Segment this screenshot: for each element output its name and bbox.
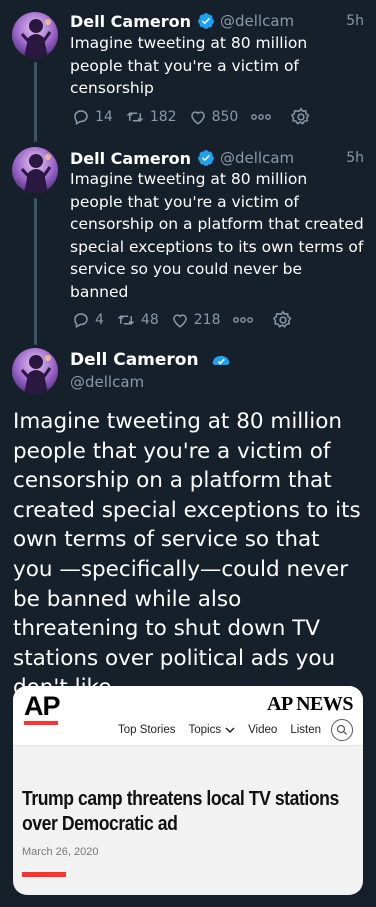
- author-handle[interactable]: @dellcam: [70, 373, 144, 391]
- card-date: March 26, 2020: [22, 846, 99, 858]
- retweet-icon: [126, 112, 143, 122]
- card-headline: Trump camp threatens local TV stations o…: [22, 788, 339, 835]
- card-nav: Top Stories Topics Video Listen: [105, 719, 353, 741]
- reply-button[interactable]: 14: [72, 108, 113, 126]
- retweet-button[interactable]: 182: [125, 108, 177, 126]
- like-button[interactable]: 850: [189, 108, 239, 126]
- retweet-icon: [117, 315, 134, 325]
- tweet-text: Imagine tweeting at 80 million people th…: [13, 409, 361, 700]
- search-icon: [331, 719, 353, 741]
- nav-listen: Listen: [290, 724, 321, 736]
- settings-icon: [291, 107, 310, 125]
- reply-icon: [74, 313, 88, 329]
- thread-line: [34, 62, 37, 142]
- nav-topics: Topics: [188, 724, 235, 736]
- verified-icon: [198, 150, 214, 166]
- like-icon: [172, 314, 187, 328]
- retweet-count: 48: [140, 312, 159, 328]
- author-name[interactable]: Dell Cameron: [70, 12, 191, 31]
- nav-top-stories: Top Stories: [117, 724, 176, 736]
- author-name[interactable]: Dell Cameron: [70, 149, 191, 168]
- more-icon: [233, 317, 254, 323]
- thread-line: [34, 198, 37, 345]
- settings-button[interactable]: [273, 310, 298, 330]
- avatar[interactable]: [12, 147, 58, 193]
- reply-count: 14: [95, 109, 113, 125]
- retweet-count: 182: [149, 109, 177, 125]
- nav-video: Video: [248, 724, 278, 736]
- author-handle[interactable]: @dellcam: [220, 12, 294, 30]
- more-button[interactable]: [250, 113, 277, 121]
- chevron-down-icon: [225, 727, 235, 734]
- reply-button[interactable]: 4: [72, 311, 104, 329]
- like-button[interactable]: 218: [171, 311, 221, 329]
- link-card[interactable]: AP AP NEWS Top Stories Topics Video List…: [13, 686, 363, 895]
- ap-logo: AP: [24, 692, 61, 725]
- reply-icon: [74, 110, 88, 126]
- timestamp[interactable]: 5h: [346, 150, 364, 166]
- verified-icon: [198, 13, 214, 29]
- settings-icon: [273, 310, 293, 328]
- like-count: 218: [193, 312, 221, 328]
- tweet-text: Imagine tweeting at 80 million people th…: [70, 34, 308, 97]
- card-accent-bar: [22, 872, 66, 877]
- avatar[interactable]: [12, 12, 58, 58]
- like-count: 850: [211, 109, 239, 125]
- tweet-actions: 14 182 850: [72, 106, 328, 128]
- reply-count: 4: [95, 312, 104, 328]
- verified-icon: [212, 355, 229, 365]
- card-site-header: AP AP NEWS Top Stories Topics Video List…: [13, 686, 363, 746]
- tweet-actions: 4 48 218: [72, 309, 310, 331]
- ap-news-brand: AP NEWS: [267, 693, 353, 715]
- settings-button[interactable]: [291, 107, 316, 127]
- more-icon: [251, 114, 272, 120]
- author-name[interactable]: Dell Cameron: [70, 350, 231, 370]
- author-name-text[interactable]: Dell Cameron: [70, 350, 199, 370]
- retweet-button[interactable]: 48: [116, 311, 159, 329]
- avatar[interactable]: [12, 348, 58, 394]
- timestamp[interactable]: 5h: [346, 13, 364, 29]
- author-handle[interactable]: @dellcam: [220, 149, 294, 167]
- tweet-text: Imagine tweeting at 80 million people th…: [70, 170, 364, 301]
- more-button[interactable]: [232, 316, 259, 324]
- like-icon: [190, 111, 205, 125]
